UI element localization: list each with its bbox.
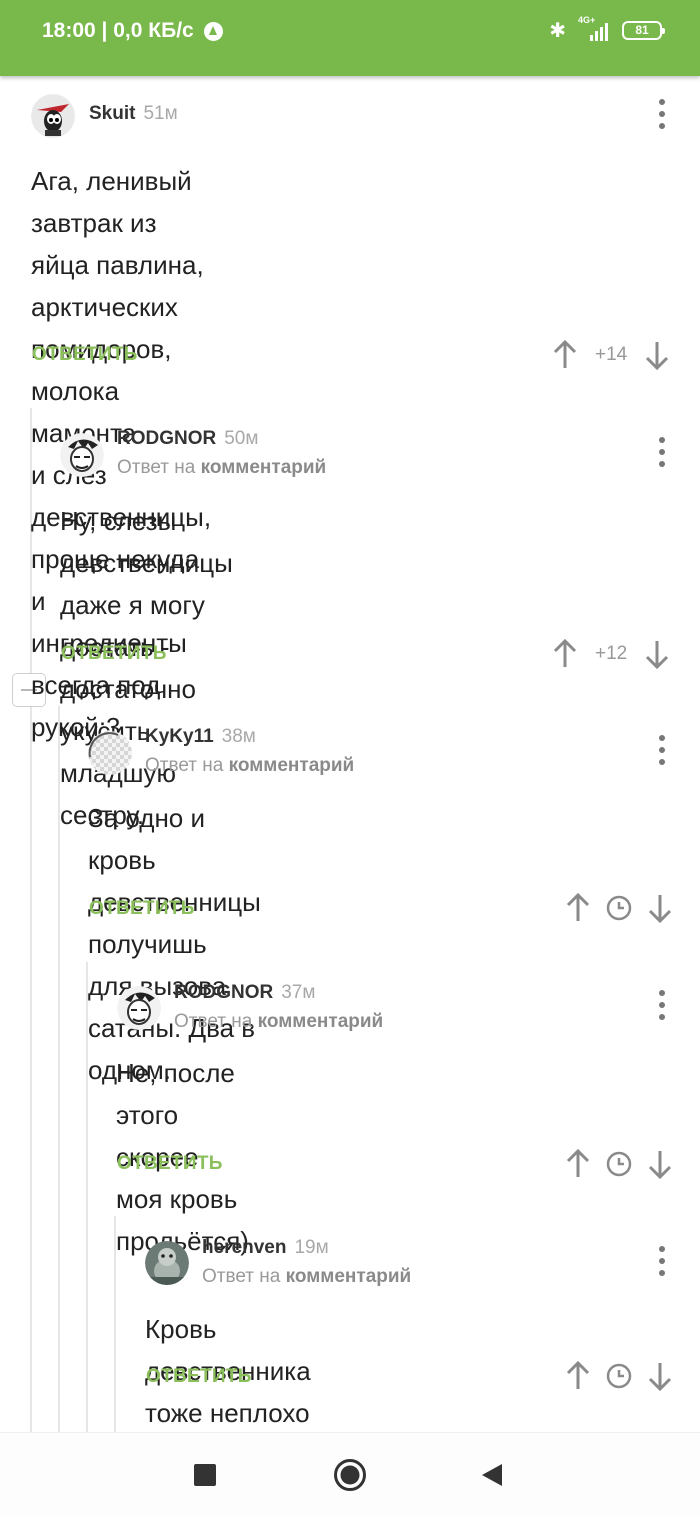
signal-icon: 4G+ — [578, 15, 608, 41]
vote-controls — [564, 893, 674, 923]
arrow-up-icon[interactable] — [564, 1149, 592, 1179]
username-text: herenven — [202, 1237, 287, 1258]
comment-time: 51м — [143, 103, 178, 124]
reply-button[interactable]: ОТВЕТИТЬ — [61, 643, 167, 665]
system-nav-bar — [0, 1432, 700, 1516]
arrow-down-icon[interactable] — [646, 1149, 674, 1179]
username[interactable]: herenven 19м — [202, 1237, 329, 1259]
avatar[interactable] — [60, 433, 104, 477]
comment-time: 38м — [221, 726, 256, 747]
arrow-up-icon[interactable] — [551, 340, 579, 370]
status-time-text: 18:00 | 0,0 КБ/с — [42, 19, 194, 42]
more-vertical-icon[interactable] — [652, 990, 672, 1020]
reply-to-link[interactable]: комментарий — [229, 755, 355, 776]
username[interactable]: RODGNOR 37м — [174, 982, 315, 1004]
arrow-down-icon[interactable] — [646, 893, 674, 923]
reply-to-label: Ответ на комментарий — [145, 755, 355, 776]
reply-to-link[interactable]: комментарий — [258, 1011, 384, 1032]
avatar[interactable] — [88, 731, 132, 775]
arrow-up-icon[interactable] — [564, 1361, 592, 1391]
reply-to-label: Ответ на комментарий — [174, 1011, 384, 1032]
clock-icon — [606, 1363, 632, 1389]
home-icon[interactable] — [333, 1458, 367, 1492]
back-icon[interactable] — [481, 1463, 503, 1487]
username[interactable]: KyKy11 38м — [145, 726, 256, 748]
reply-to-link[interactable]: комментарий — [286, 1266, 412, 1287]
reply-button[interactable]: ОТВЕТИТЬ — [117, 1153, 223, 1175]
sync-icon — [203, 21, 223, 41]
battery-icon: 81 — [622, 20, 665, 40]
more-vertical-icon[interactable] — [652, 1246, 672, 1276]
recents-icon[interactable] — [193, 1463, 217, 1487]
reply-to-label: Ответ на комментарий — [202, 1266, 412, 1287]
network-type: 4G+ — [578, 15, 596, 25]
avatar[interactable] — [145, 1241, 189, 1285]
username-text: KyKy11 — [145, 726, 214, 747]
comment-text: Ну, слезы девственницы даже я могу доста… — [60, 506, 233, 830]
rating: +14 — [595, 344, 628, 365]
rating: +12 — [595, 643, 628, 664]
reply-button[interactable]: ОТВЕТИТЬ — [146, 1366, 252, 1388]
status-time: 18:00 | 0,0 КБ/с — [42, 19, 223, 43]
bluetooth-icon: ✱ — [549, 18, 566, 42]
arrow-up-icon[interactable] — [551, 639, 579, 669]
username-text: RODGNOR — [117, 428, 217, 449]
clock-icon — [606, 895, 632, 921]
arrow-down-icon[interactable] — [646, 1361, 674, 1391]
comment-time: 19м — [294, 1237, 329, 1258]
reply-button[interactable]: ОТВЕТИТЬ — [89, 898, 195, 920]
more-vertical-icon[interactable] — [652, 437, 672, 467]
status-indicators: ✱ 4G+ 81 — [549, 15, 665, 42]
arrow-down-icon[interactable] — [643, 340, 671, 370]
battery-level: 81 — [635, 23, 649, 37]
arrow-down-icon[interactable] — [643, 639, 671, 669]
username[interactable]: RODGNOR 50м — [117, 428, 258, 450]
comment-text: За одно и кровь девственницы получишь дл… — [88, 803, 261, 1085]
avatar[interactable] — [31, 94, 75, 138]
username[interactable]: Skuit 51м — [89, 103, 178, 125]
more-vertical-icon[interactable] — [652, 99, 672, 129]
comment-time: 50м — [224, 428, 259, 449]
comment-time: 37м — [281, 982, 316, 1003]
vote-controls: +12 — [551, 639, 671, 669]
reply-to-label: Ответ на комментарий — [117, 457, 327, 478]
reply-to-link[interactable]: комментарий — [201, 457, 327, 478]
reply-button[interactable]: ОТВЕТИТЬ — [32, 344, 138, 366]
username-text: Skuit — [89, 103, 136, 124]
vote-controls — [564, 1361, 674, 1391]
status-bar: 18:00 | 0,0 КБ/с ✱ 4G+ 81 — [0, 0, 700, 76]
avatar[interactable] — [117, 986, 161, 1030]
vote-controls — [564, 1149, 674, 1179]
username-text: RODGNOR — [174, 982, 274, 1003]
more-vertical-icon[interactable] — [652, 735, 672, 765]
clock-icon — [606, 1151, 632, 1177]
vote-controls: +14 — [551, 340, 671, 370]
arrow-up-icon[interactable] — [564, 893, 592, 923]
